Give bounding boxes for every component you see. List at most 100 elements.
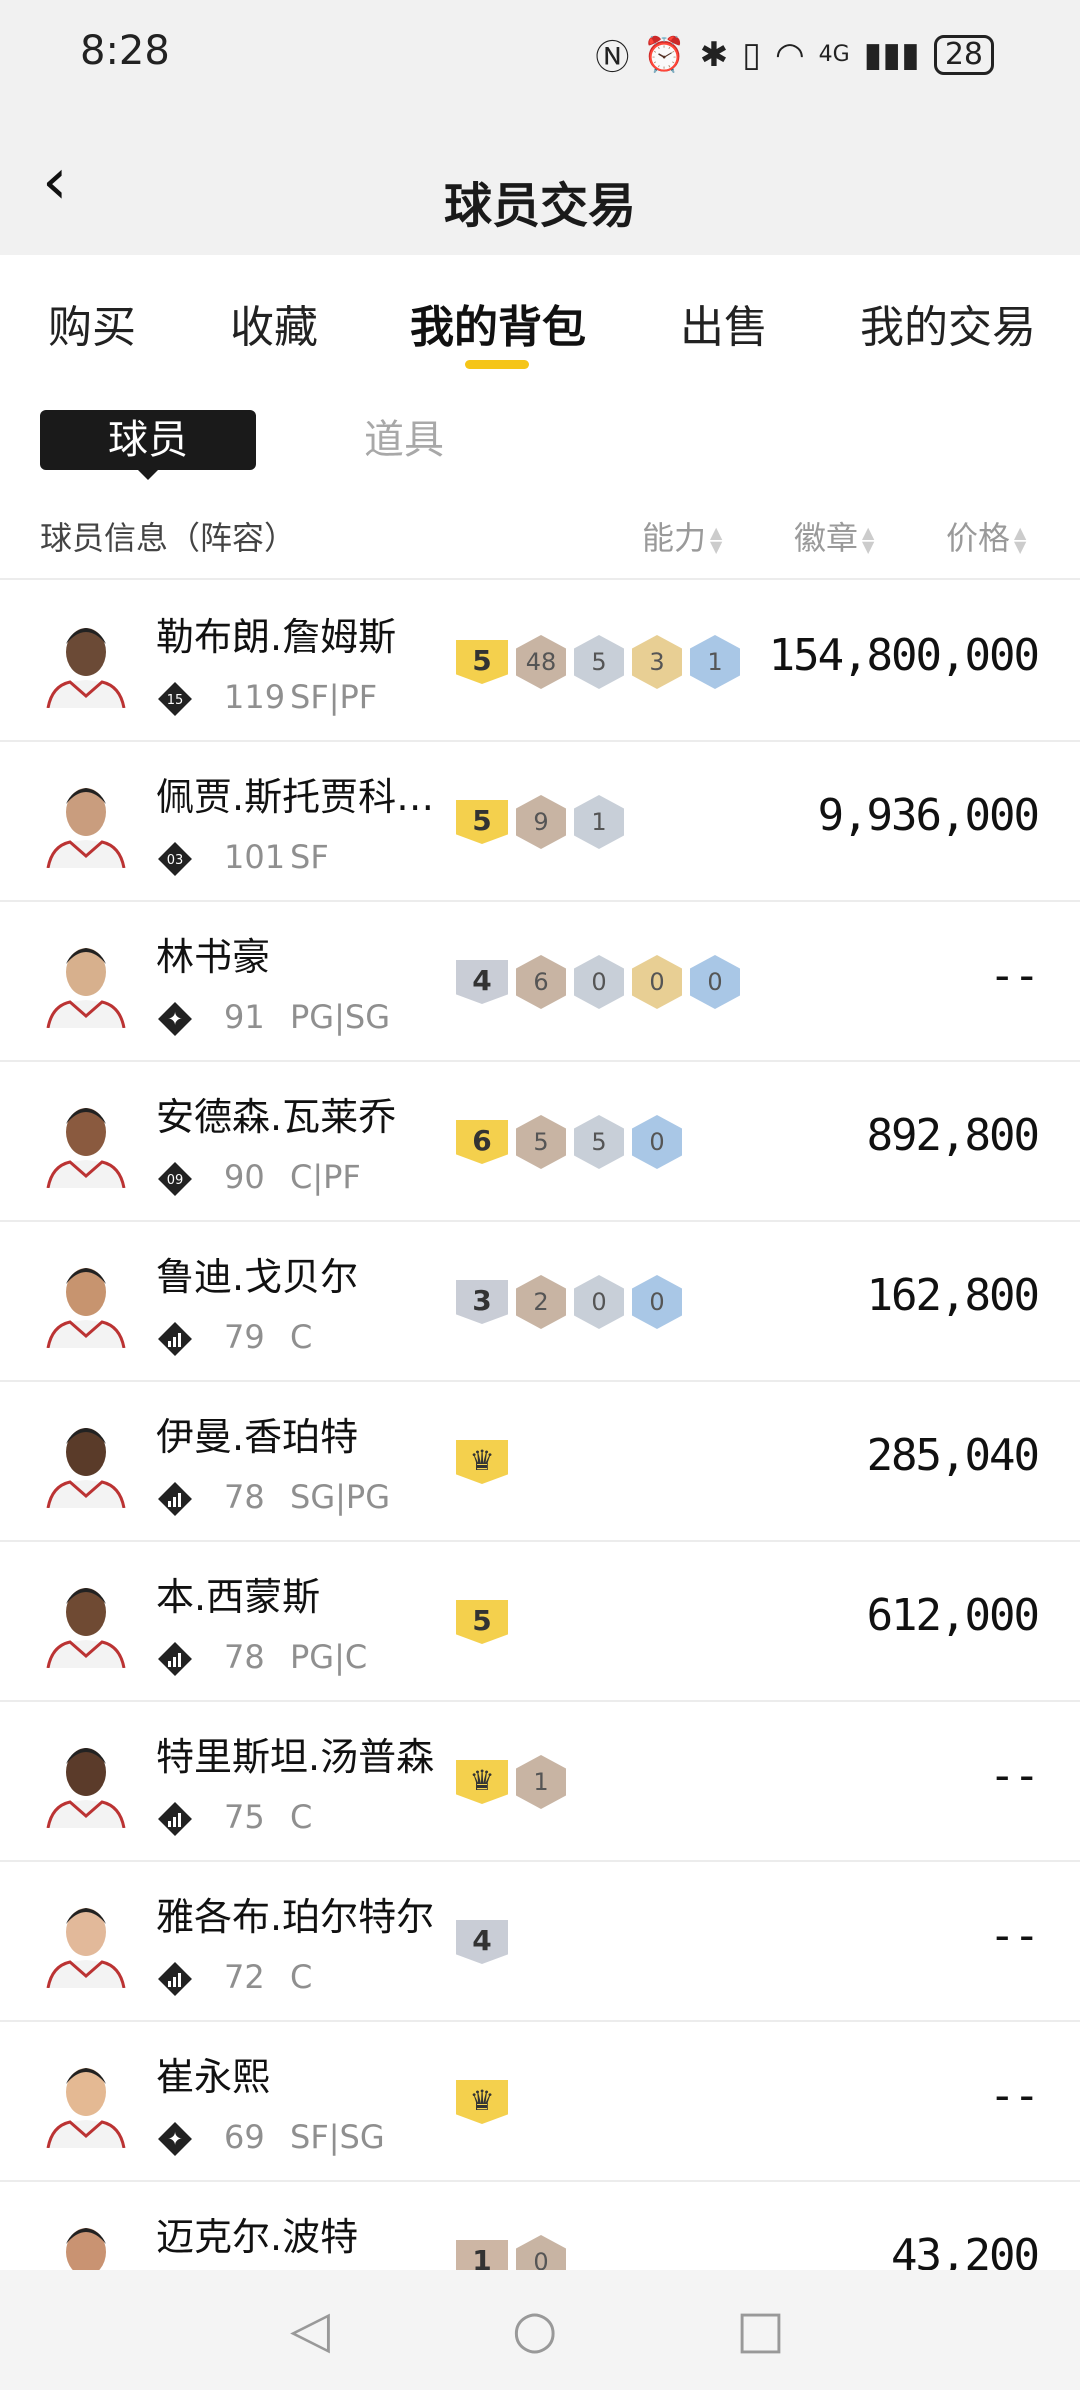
signal-icon: ▮▮▮ xyxy=(863,34,920,75)
col-badge[interactable]: 徽章 ▲ ▼ xyxy=(794,513,874,559)
ability-badge-row: 3200 xyxy=(456,1274,682,1330)
col-price[interactable]: 价格 ▲ ▼ xyxy=(946,513,1026,559)
signal-rank-icon xyxy=(156,1480,194,1518)
player-row[interactable]: 伊曼.香珀特 78 SG|PG ♛ 285,040 xyxy=(0,1382,1080,1542)
player-row[interactable]: 勒布朗.詹姆斯 15 119 SF|PF 5 48 5 3 1 154,800,000 xyxy=(0,582,1080,742)
ability-level: 4 xyxy=(456,960,508,1004)
badge-blue: 0 xyxy=(690,955,740,1009)
sort-arrows-icon: ▲ ▼ xyxy=(710,523,723,556)
signal-rank-icon xyxy=(156,1640,194,1678)
badge-bronze: 1 xyxy=(516,1755,566,1809)
star-rank-icon: ✦ xyxy=(156,1000,194,1038)
sort-arrows-icon: ▲ ▼ xyxy=(1014,523,1027,556)
home-circle-icon[interactable]: ○ xyxy=(512,2300,557,2360)
player-position: SF|PF xyxy=(290,678,378,716)
crown-icon: ♛ xyxy=(456,2080,508,2124)
bluetooth-icon: ✱ xyxy=(699,34,729,75)
player-avatar xyxy=(40,2056,132,2149)
player-price: -- xyxy=(989,950,1040,1001)
player-price: 892,800 xyxy=(866,1110,1040,1161)
ability-badge-row: 591 xyxy=(456,794,624,850)
wifi-icon: ◠ xyxy=(774,34,805,75)
segment-players[interactable]: 球员 xyxy=(40,410,256,470)
player-row[interactable]: 林书豪 ✦ 91 PG|SG 4 6 0 0 0 -- xyxy=(0,902,1080,1062)
player-avatar xyxy=(40,1736,132,1829)
rank-number: 09 xyxy=(167,1173,184,1188)
segment-items[interactable]: 道具 xyxy=(364,410,444,470)
badge-bronze: 48 xyxy=(516,635,566,689)
ability-badge-row: 6550 xyxy=(456,1114,682,1170)
badge-silver: 5 xyxy=(574,1115,624,1169)
status-time: 8:28 xyxy=(80,28,170,74)
player-position: PG|SG xyxy=(290,998,390,1036)
player-name: 安德森.瓦莱乔 xyxy=(156,1095,397,1139)
ability-badge-row: ♛ 1 xyxy=(456,1754,566,1810)
player-position: SG|PG xyxy=(290,1478,390,1516)
player-name: 崔永熙 xyxy=(156,2055,271,2099)
badge-gold: 3 xyxy=(632,635,682,689)
player-price: -- xyxy=(989,1910,1040,1961)
back-triangle-icon[interactable]: ◁ xyxy=(290,2300,330,2360)
player-position: C xyxy=(290,1798,313,1836)
player-row[interactable]: 佩贾.斯托贾科… 03 101 SF 5 9 1 9,936,000 xyxy=(0,742,1080,902)
player-price: -- xyxy=(989,2070,1040,2121)
player-avatar xyxy=(40,1416,132,1509)
player-position: C xyxy=(290,1958,313,1996)
col-player-info: 球员信息（阵容） xyxy=(40,519,297,557)
badge-blue: 0 xyxy=(632,1275,682,1329)
player-row[interactable]: 本.西蒙斯 78 PG|C 5 612,000 xyxy=(0,1542,1080,1702)
badge-silver: 1 xyxy=(574,795,624,849)
player-name: 鲁迪.戈贝尔 xyxy=(156,1255,359,1299)
player-price: 285,040 xyxy=(866,1430,1040,1481)
player-avatar xyxy=(40,1576,132,1669)
player-name: 佩贾.斯托贾科… xyxy=(156,775,435,819)
ability-level: 3 xyxy=(456,1280,508,1324)
player-name: 迈克尔.波特 xyxy=(156,2215,359,2259)
svg-text:✦: ✦ xyxy=(167,1009,182,1030)
player-rating: 78 xyxy=(224,1638,265,1676)
star-rank-icon: ✦ xyxy=(156,2120,194,2158)
ability-badge-row: ♛ xyxy=(456,2074,508,2130)
status-bar: 8:28 Ⓝ ⏰ ✱ ▯ ◠ 4G ▮▮▮ 28 xyxy=(0,0,1080,110)
player-name: 本.西蒙斯 xyxy=(156,1575,321,1619)
battery-indicator: 28 xyxy=(933,34,994,75)
badge-blue: 1 xyxy=(690,635,740,689)
svg-text:✦: ✦ xyxy=(167,2129,182,2150)
badge-bronze: 5 xyxy=(516,1115,566,1169)
badge-bronze: 2 xyxy=(516,1275,566,1329)
active-tab-indicator xyxy=(465,360,529,369)
ability-badge-row: 5 xyxy=(456,1594,508,1650)
player-price: 9,936,000 xyxy=(817,790,1040,841)
tab-my-trades[interactable]: 我的交易 xyxy=(860,291,1036,355)
player-avatar xyxy=(40,1896,132,1989)
player-row[interactable]: 崔永熙 ✦ 69 SF|SG ♛ -- xyxy=(0,2022,1080,2182)
player-row[interactable]: 特里斯坦.汤普森 75 C ♛ 1 -- xyxy=(0,1702,1080,1862)
player-avatar xyxy=(40,776,132,869)
rank-number: 03 xyxy=(167,853,184,868)
tab-sell[interactable]: 出售 xyxy=(680,291,768,355)
col-ability[interactable]: 能力 ▲ ▼ xyxy=(642,513,722,559)
tab-favorites[interactable]: 收藏 xyxy=(230,291,318,355)
player-price: 154,800,000 xyxy=(768,630,1040,681)
crown-icon: ♛ xyxy=(456,1440,508,1484)
ability-badge-row: ♛ xyxy=(456,1434,508,1490)
player-position: SF|SG xyxy=(290,2118,385,2156)
player-price: 612,000 xyxy=(866,1590,1040,1641)
player-avatar xyxy=(40,1256,132,1349)
system-nav-bar: ◁ ○ □ xyxy=(0,2270,1080,2390)
player-row[interactable]: 鲁迪.戈贝尔 79 C 3 2 0 0 162,800 xyxy=(0,1222,1080,1382)
tab-buy[interactable]: 购买 xyxy=(48,291,136,355)
tab-my-backpack[interactable]: 我的背包 xyxy=(410,291,586,355)
crown-icon: ♛ xyxy=(456,1760,508,1804)
player-row[interactable]: 雅各布.珀尔特尔 72 C 4 -- xyxy=(0,1862,1080,2022)
player-price: 162,800 xyxy=(866,1270,1040,1321)
player-position: C|PF xyxy=(290,1158,361,1196)
recents-square-icon[interactable]: □ xyxy=(736,2300,785,2360)
player-rating: 91 xyxy=(224,998,265,1036)
player-row[interactable]: 安德森.瓦莱乔 09 90 C|PF 6 5 5 0 892,800 xyxy=(0,1062,1080,1222)
ability-level: 4 xyxy=(456,1920,508,1964)
player-position: PG|C xyxy=(290,1638,368,1676)
signal-rank-icon xyxy=(156,1800,194,1838)
badge-silver: 0 xyxy=(574,955,624,1009)
player-name: 雅各布.珀尔特尔 xyxy=(156,1895,435,1939)
